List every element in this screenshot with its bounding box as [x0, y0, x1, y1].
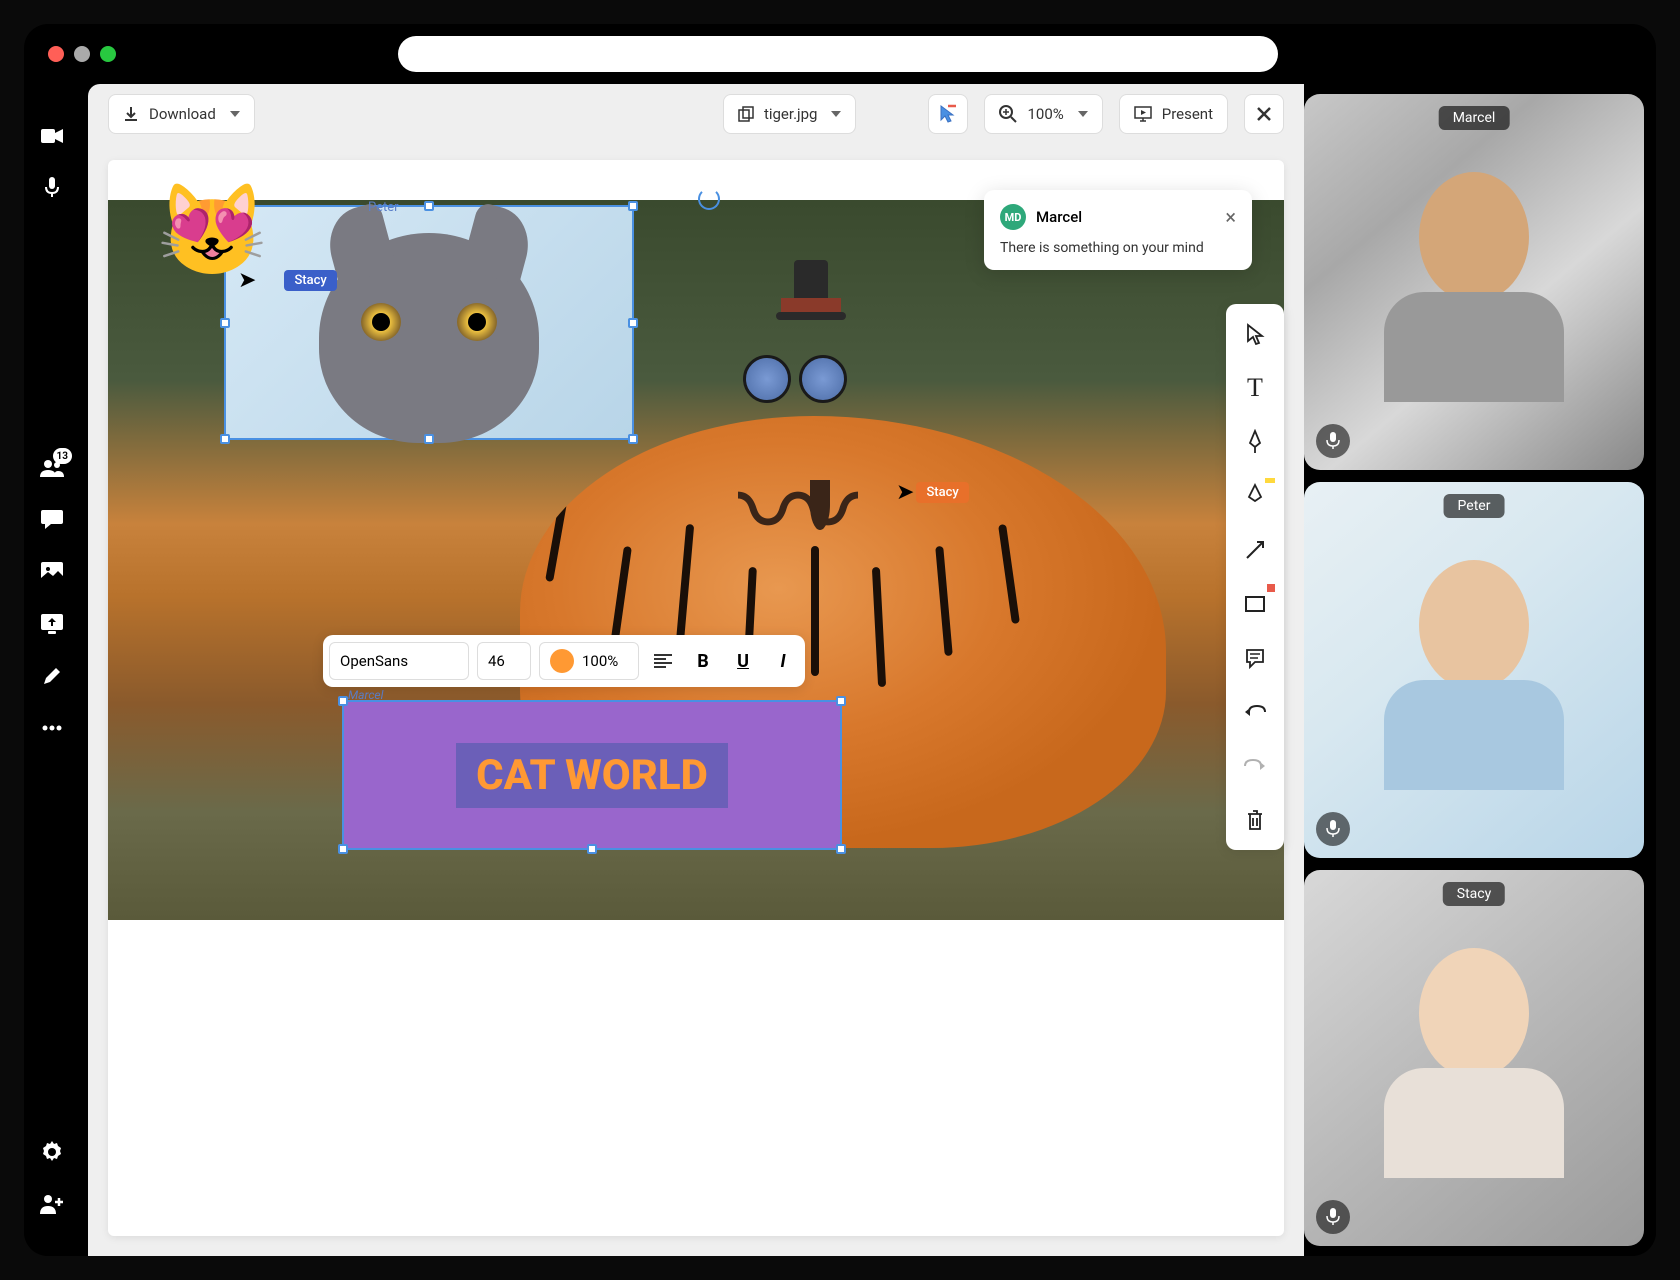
- canvas-text: CAT WORLD: [476, 751, 708, 800]
- rotate-handle-icon[interactable]: [698, 188, 720, 210]
- highlighter-tool[interactable]: [1237, 478, 1273, 514]
- app-sidebar: 13: [24, 84, 80, 1256]
- window-zoom-icon[interactable]: [100, 46, 116, 62]
- zoom-control[interactable]: 100%: [984, 94, 1102, 134]
- comment-popup: MD Marcel × There is something on your m…: [984, 190, 1252, 270]
- video-tile-marcel[interactable]: Marcel: [1304, 94, 1644, 470]
- participants-badge: 13: [53, 448, 72, 464]
- comment-author: Marcel: [1036, 208, 1082, 226]
- goatee-drawing[interactable]: [810, 480, 830, 530]
- video-name-label: Stacy: [1443, 882, 1505, 906]
- underline-button[interactable]: U: [727, 642, 759, 680]
- download-button[interactable]: Download: [108, 94, 255, 134]
- mic-indicator-icon[interactable]: [1316, 1200, 1350, 1234]
- bold-button[interactable]: B: [687, 642, 719, 680]
- video-name-label: Marcel: [1439, 106, 1510, 130]
- editor-toolbar: Download tiger.jpg 100%: [88, 84, 1304, 144]
- text-tool[interactable]: T: [1237, 370, 1273, 406]
- comment-avatar: MD: [1000, 204, 1026, 230]
- font-family-input[interactable]: [329, 642, 469, 680]
- download-icon: [123, 106, 139, 122]
- add-user-icon[interactable]: [40, 1192, 64, 1216]
- pen-tool[interactable]: [1237, 424, 1273, 460]
- redo-button[interactable]: [1237, 748, 1273, 784]
- present-label: Present: [1162, 105, 1213, 123]
- comment-tool[interactable]: [1237, 640, 1273, 676]
- select-tool[interactable]: [1237, 316, 1273, 352]
- close-comment-button[interactable]: ×: [1225, 205, 1236, 229]
- settings-icon[interactable]: [40, 1140, 64, 1164]
- color-swatch: [550, 649, 574, 673]
- color-opacity-control[interactable]: 100%: [539, 642, 639, 680]
- chevron-down-icon: [1078, 111, 1088, 117]
- image-icon[interactable]: [40, 560, 64, 584]
- stacy-cursor-2: ➤ Stacy: [896, 480, 969, 505]
- cursor-label: Stacy: [284, 270, 336, 291]
- window-close-icon[interactable]: [48, 46, 64, 62]
- more-icon[interactable]: [40, 716, 64, 740]
- file-select[interactable]: tiger.jpg: [723, 94, 857, 134]
- text-format-toolbar: 100% B U I: [323, 635, 805, 687]
- chat-icon[interactable]: [40, 508, 64, 532]
- screen-share-icon[interactable]: [40, 612, 64, 636]
- present-icon: [1134, 106, 1152, 122]
- present-button[interactable]: Present: [1119, 94, 1228, 134]
- text-box-selection[interactable]: CAT WORLD: [342, 700, 842, 850]
- align-left-button[interactable]: [647, 642, 679, 680]
- window-titlebar: [24, 24, 1656, 84]
- stacy-cursor: ➤ Stacy: [238, 268, 337, 293]
- url-bar[interactable]: [398, 36, 1278, 72]
- font-size-input[interactable]: [477, 642, 531, 680]
- arrow-tool[interactable]: [1237, 532, 1273, 568]
- mic-indicator-icon[interactable]: [1316, 812, 1350, 846]
- editor-canvas[interactable]: 😻 Peter: [108, 160, 1284, 1236]
- video-name-label: Peter: [1444, 494, 1505, 518]
- drawing-tools-panel: T: [1226, 304, 1284, 850]
- rectangle-tool[interactable]: [1237, 586, 1273, 622]
- video-tile-peter[interactable]: Peter: [1304, 482, 1644, 858]
- undo-button[interactable]: [1237, 694, 1273, 730]
- cat-image-selection[interactable]: [224, 205, 634, 440]
- draw-icon[interactable]: [40, 664, 64, 688]
- filename-label: tiger.jpg: [764, 105, 818, 123]
- zoom-in-icon: [999, 105, 1017, 123]
- cursor-label: Stacy: [916, 482, 968, 503]
- video-panel: Marcel Peter Stacy: [1304, 84, 1656, 1256]
- cursor-icon: ➤: [238, 268, 256, 293]
- close-editor-button[interactable]: [1244, 94, 1284, 134]
- delete-tool[interactable]: [1237, 802, 1273, 838]
- download-label: Download: [149, 105, 216, 123]
- glasses-drawing[interactable]: [743, 355, 847, 407]
- top-hat-drawing[interactable]: [776, 260, 846, 330]
- cursor-icon: ➤: [896, 480, 914, 505]
- chevron-down-icon: [831, 111, 841, 117]
- video-tile-stacy[interactable]: Stacy: [1304, 870, 1644, 1246]
- camera-icon[interactable]: [40, 124, 64, 148]
- opacity-value: 100%: [582, 652, 618, 670]
- close-icon: [1256, 106, 1272, 122]
- chevron-down-icon: [230, 111, 240, 117]
- window-minimize-icon[interactable]: [74, 46, 90, 62]
- participants-icon[interactable]: 13: [40, 456, 64, 480]
- copy-icon: [738, 106, 754, 122]
- zoom-value: 100%: [1027, 105, 1063, 123]
- mic-indicator-icon[interactable]: [1316, 424, 1350, 458]
- pointer-tool-button[interactable]: [928, 94, 968, 134]
- comment-message: There is something on your mind: [1000, 240, 1236, 256]
- italic-button[interactable]: I: [767, 642, 799, 680]
- mic-icon[interactable]: [40, 176, 64, 200]
- peter-cursor-label: Peter: [368, 200, 399, 215]
